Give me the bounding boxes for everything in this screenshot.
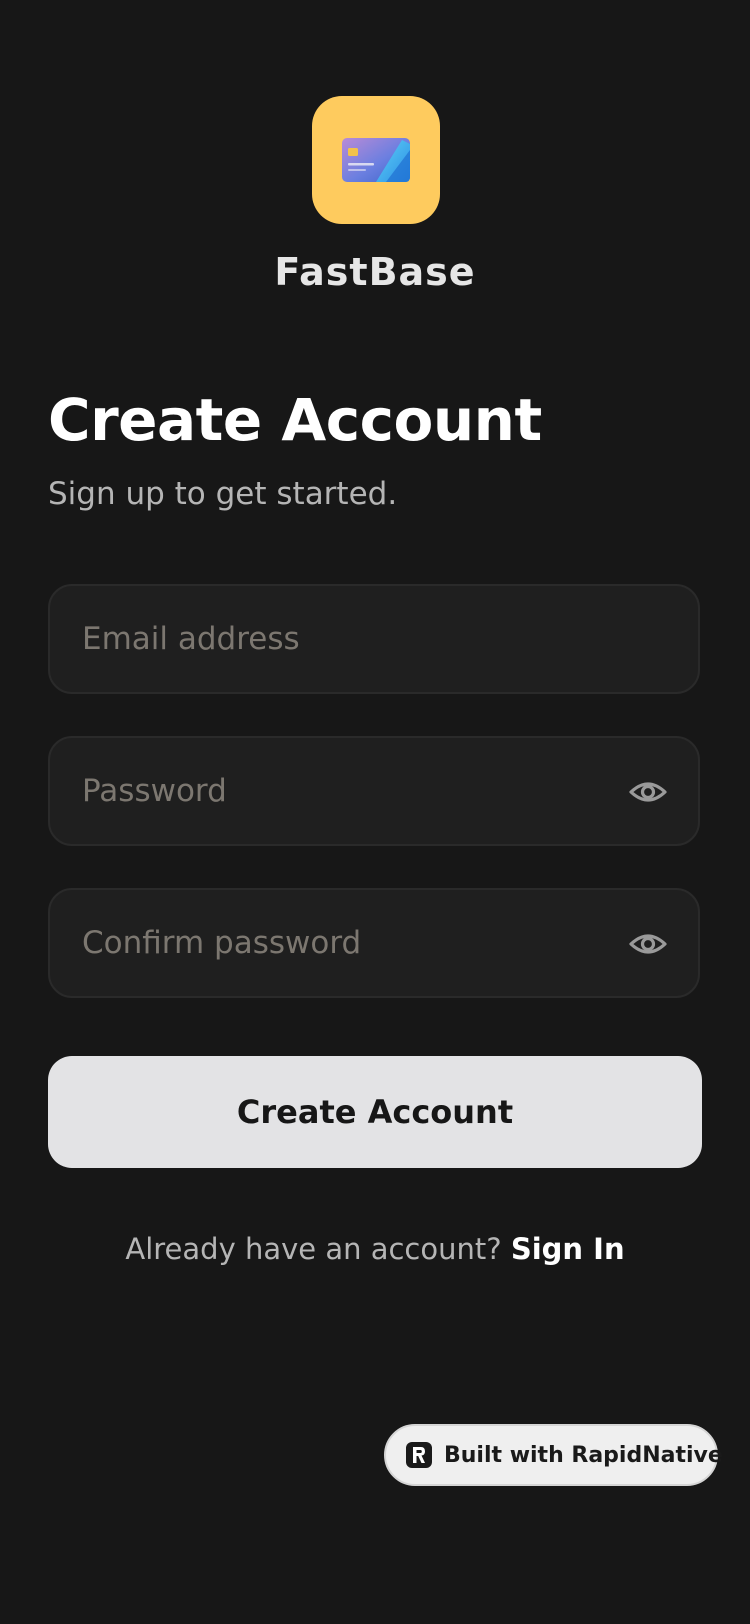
page-title: Create Account [48, 386, 542, 454]
credit-card-icon [342, 138, 410, 182]
sign-in-prompt-text: Already have an account? [125, 1232, 502, 1266]
create-account-button[interactable]: Create Account [48, 1056, 702, 1168]
confirm-password-field[interactable] [48, 888, 700, 998]
password-field[interactable] [48, 736, 700, 846]
badge-label: Built with RapidNative [444, 1442, 723, 1468]
brand-name: FastBase [274, 250, 476, 294]
sign-in-prompt: Already have an account? Sign In [0, 1232, 750, 1266]
rapidnative-logo-icon [406, 1442, 432, 1468]
confirm-password-input[interactable] [82, 890, 622, 996]
email-input[interactable] [82, 586, 622, 692]
password-input[interactable] [82, 738, 622, 844]
eye-icon[interactable] [628, 772, 668, 812]
eye-icon[interactable] [628, 924, 668, 964]
page-subtitle: Sign up to get started. [48, 476, 398, 512]
app-logo [312, 96, 440, 224]
built-with-badge[interactable]: Built with RapidNative [384, 1424, 723, 1486]
sign-in-link[interactable]: Sign In [511, 1232, 625, 1266]
email-field[interactable] [48, 584, 700, 694]
